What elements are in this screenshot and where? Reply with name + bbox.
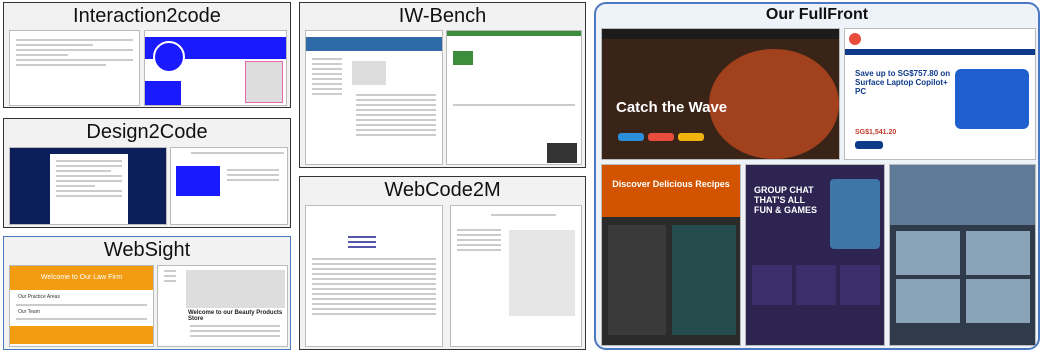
panel-iw-bench: IW-Bench [299,2,586,168]
cta-button[interactable] [678,133,704,141]
section-heading: Our Team [18,309,40,315]
cta-button[interactable] [618,133,644,141]
screenshot-law-firm: Welcome to Our Law Firm Our Practice Are… [9,265,154,347]
panel-websight: WebSight Welcome to Our Law Firm Our Pra… [3,236,291,350]
screenshot-beauty-store: Welcome to our Beauty Products Store [157,265,288,347]
section-heading: Our Practice Areas [18,294,60,300]
screenshot-group-chat: GROUP CHAT THAT'S ALL FUN & GAMES [745,164,885,346]
panel-title: WebCode2M [384,179,501,201]
panel-interaction2code: Interaction2code [3,2,291,108]
panel-design2code: Design2Code [3,118,291,228]
screenshot-after [144,30,287,106]
screenshot-surface: Save up to SG$757.80 on Surface Laptop C… [844,28,1036,160]
hero-heading: Catch the Wave [616,99,728,116]
panel-webcode2m: WebCode2M [299,176,586,350]
screenshot-right [450,205,582,347]
promo-heading: Save up to SG$757.80 on Surface Laptop C… [855,69,951,96]
screenshot-left [305,205,443,347]
screenshot-left [305,30,443,165]
figure: Interaction2code Design2Code WebSight We… [0,0,1042,352]
screenshot-pizza: Catch the Wave [601,28,840,160]
shop-button[interactable] [855,141,883,149]
panel-title: WebSight [103,239,191,261]
screenshot-original [9,147,167,225]
panel-fullfront: Our FullFront Catch the Wave Save up to … [594,2,1040,350]
screenshot-news-grid [889,164,1036,346]
chat-heading: GROUP CHAT THAT'S ALL FUN & GAMES [754,185,817,215]
promo-price: SG$1,541.20 [855,129,897,136]
cta-button[interactable] [648,133,674,141]
hero-text: Welcome to Our Law Firm [40,274,123,281]
panel-title: IW-Bench [398,5,487,27]
screenshot-before [9,30,140,106]
screenshot-recipes: Discover Delicious Recipes [601,164,741,346]
panel-title: Design2Code [86,121,208,143]
screenshot-generated [170,147,288,225]
screenshot-right [446,30,582,165]
panel-title: Our FullFront [765,6,869,23]
recipes-heading: Discover Delicious Recipes [612,179,730,189]
panel-title: Interaction2code [73,5,221,27]
store-heading: Welcome to our Beauty Products Store [188,310,283,322]
